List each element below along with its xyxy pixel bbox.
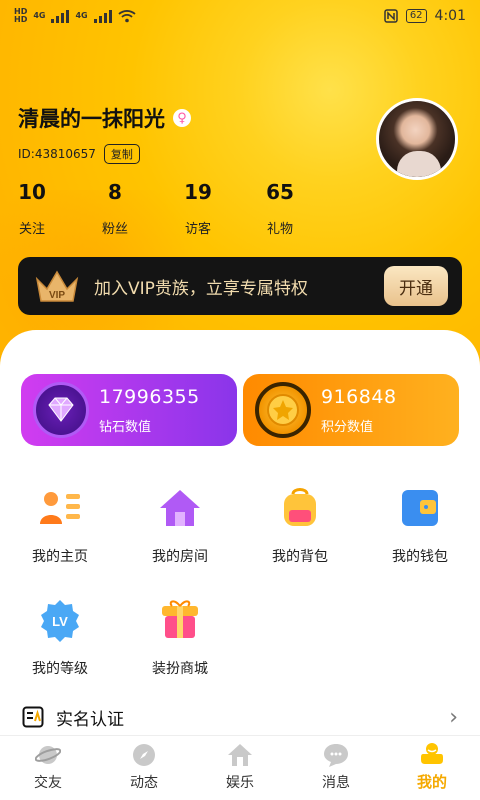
female-gender-icon: ♀ (173, 109, 191, 127)
profile-card-icon (40, 492, 80, 524)
menu-label: 装扮商城 (152, 661, 208, 677)
tab-label: 交友 (34, 775, 62, 791)
tab-label: 娱乐 (226, 775, 254, 791)
stat-value: 19 (184, 180, 212, 204)
diamond-value: 17996355 (99, 385, 200, 408)
vip-crown-text: VIP (49, 290, 65, 301)
stat-label: 粉丝 (101, 222, 128, 237)
points-value: 916848 (321, 385, 397, 408)
signal-icon (93, 9, 112, 23)
menu-my-homepage[interactable]: 我的主页 (5, 486, 115, 566)
battery-indicator: 62 (405, 9, 427, 23)
tab-moments[interactable]: 动态 (96, 736, 192, 800)
stat-value: 10 (18, 180, 46, 204)
backpack-icon (284, 488, 316, 526)
diamond-info: 17996355 钻石数值 (99, 386, 200, 435)
menu-label: 我的等级 (32, 661, 88, 677)
menu-dress-shop[interactable]: 装扮商城 (125, 598, 235, 678)
user-id-row: ID:43810657 复制 (18, 144, 140, 164)
menu-label: 我的背包 (272, 549, 328, 565)
chat-icon (324, 744, 348, 767)
copy-id-button[interactable]: 复制 (103, 144, 140, 164)
menu-my-level[interactable]: LV 我的等级 (5, 598, 115, 678)
user-icon (421, 743, 443, 764)
stat-visitors[interactable]: 19 访客 (168, 180, 228, 237)
menu-my-room[interactable]: 我的房间 (125, 486, 235, 566)
menu-label: 我的主页 (32, 549, 88, 565)
stat-label: 访客 (184, 222, 211, 237)
level-badge-text: LV (52, 614, 68, 629)
tab-entertainment[interactable]: 娱乐 (192, 736, 288, 800)
compass-icon (133, 744, 155, 766)
chevron-right-icon: › (449, 704, 458, 730)
diamond-label: 钻石数值 (99, 419, 152, 435)
tab-label: 我的 (416, 773, 447, 791)
clock: 4:01 (434, 8, 466, 24)
diamond-icon (33, 382, 89, 438)
vip-promo-text: 加入VIP贵族，立享专属特权 (94, 278, 308, 299)
wifi-icon (118, 10, 136, 23)
points-label: 积分数值 (321, 419, 374, 435)
bottom-tab-bar: 交友 动态 娱乐 消息 我的 (0, 735, 480, 800)
vip-crown-icon: VIP (32, 267, 82, 305)
realname-verification-row[interactable]: 实名认证 › (0, 700, 480, 734)
network-type-2: 4G (75, 11, 88, 20)
gift-box-icon (162, 600, 198, 638)
tab-label: 动态 (130, 775, 158, 791)
username-text: 清晨的一抹阳光 (18, 107, 165, 131)
house-icon (160, 490, 200, 526)
stat-following[interactable]: 10 关注 (2, 180, 62, 237)
home-icon (228, 744, 252, 766)
realname-label: 实名认证 (56, 709, 124, 730)
tab-label: 消息 (322, 775, 350, 791)
wallet-icon (402, 490, 438, 526)
points-info: 916848 积分数值 (321, 386, 397, 435)
stat-gifts[interactable]: 65 礼物 (250, 180, 310, 237)
nfc-icon (384, 9, 398, 23)
diamond-card[interactable]: 17996355 钻石数值 (21, 374, 237, 446)
signal-icon (51, 9, 70, 23)
menu-label: 我的钱包 (392, 549, 448, 565)
status-bar: HD HD 4G 4G 62 4:01 (0, 0, 480, 32)
hd-indicator: HD HD (14, 7, 28, 24)
stat-label: 礼物 (266, 222, 293, 237)
user-id: ID:43810657 (18, 147, 96, 161)
points-card[interactable]: 916848 积分数值 (243, 374, 459, 446)
tab-friends[interactable]: 交友 (0, 736, 96, 800)
tab-mine[interactable]: 我的 (384, 736, 480, 800)
gold-coin-icon (255, 382, 311, 438)
stat-label: 关注 (18, 222, 45, 237)
tab-messages[interactable]: 消息 (288, 736, 384, 800)
menu-my-wallet[interactable]: 我的钱包 (365, 486, 475, 566)
id-card-icon (22, 706, 44, 728)
vip-banner[interactable]: VIP 加入VIP贵族，立享专属特权 开通 (18, 257, 462, 315)
network-type-1: 4G (33, 11, 46, 20)
level-badge-icon: LV (41, 600, 79, 642)
menu-label: 我的房间 (152, 549, 208, 565)
vip-open-button[interactable]: 开通 (384, 266, 448, 306)
avatar[interactable] (376, 98, 458, 180)
stat-value: 8 (108, 180, 122, 204)
profile-stats: 10 关注 8 粉丝 19 访客 65 礼物 (0, 180, 330, 240)
profile-name: 清晨的一抹阳光 ♀ (18, 103, 191, 133)
menu-my-backpack[interactable]: 我的背包 (245, 486, 355, 566)
stat-fans[interactable]: 8 粉丝 (85, 180, 145, 237)
planet-icon (35, 746, 61, 764)
stat-value: 65 (266, 180, 294, 204)
